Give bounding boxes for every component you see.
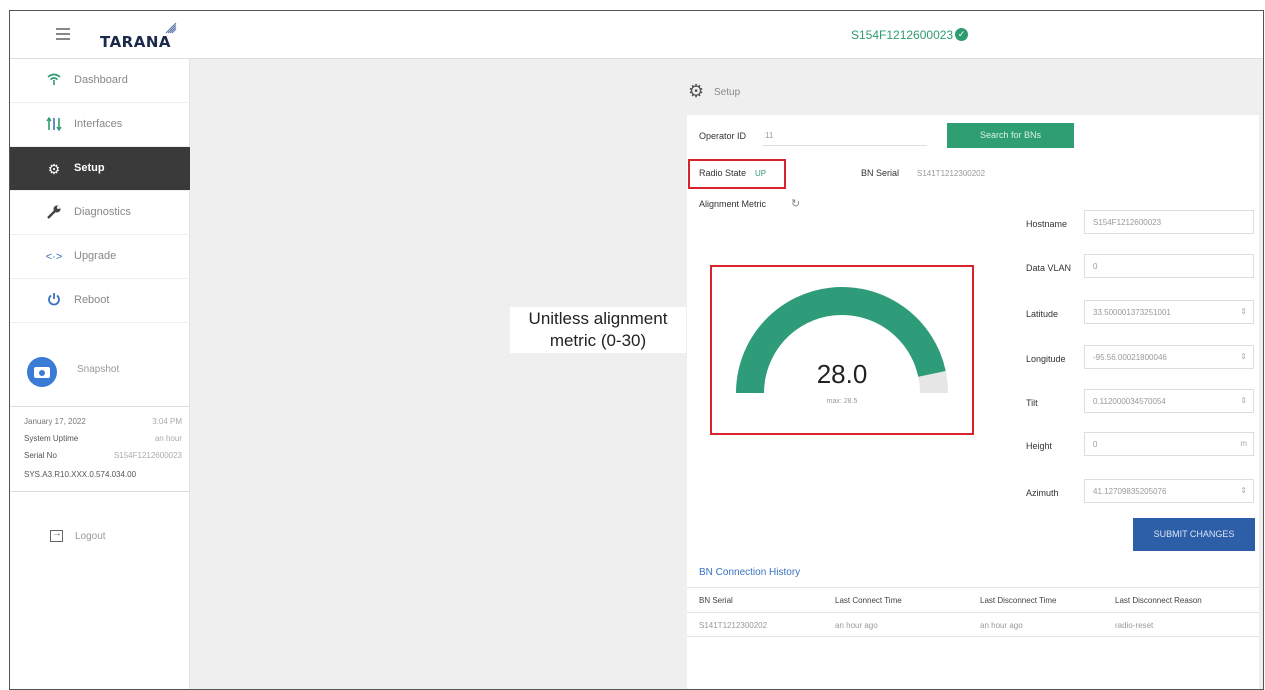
check-circle-icon: ✓ — [955, 28, 968, 41]
wrench-icon — [45, 204, 63, 222]
gear-icon: ⚙ — [47, 161, 61, 177]
sidebar-item-label: Diagnostics — [74, 206, 131, 218]
table-cell: S141T1212300202 — [699, 621, 768, 630]
logout-label: Logout — [75, 531, 106, 542]
sidebar-item-label: Reboot — [74, 294, 110, 306]
tilt-label: Tilt — [1026, 398, 1038, 408]
table-cell: an hour ago — [835, 621, 878, 630]
gauge-max: max: 28.5 — [826, 398, 858, 405]
hostname-value: S154F1212600023 — [1093, 218, 1162, 227]
operator-id-input[interactable]: 11 — [763, 124, 927, 146]
sidebar-item-label: Interfaces — [74, 118, 123, 130]
sidebar: Dashboard Interfaces ⚙ Setup Diagnostics… — [10, 59, 190, 689]
longitude-label: Longitude — [1026, 354, 1066, 364]
bn-serial-value: S141T1212300202 — [917, 169, 986, 178]
height-unit: m — [1240, 439, 1247, 448]
bn-serial-label: BN Serial — [861, 168, 900, 178]
data-vlan-value: 0 — [1093, 262, 1098, 271]
device-title: S154F1212600023 — [851, 28, 954, 42]
uptime-label: System Uptime — [24, 434, 79, 443]
table-row: S141T1212300202 an hour ago an hour ago … — [687, 613, 1259, 637]
wifi-icon — [45, 72, 63, 90]
spinner-icon[interactable]: ⇕ — [1240, 486, 1247, 495]
page-title: Setup — [714, 87, 741, 98]
latitude-label: Latitude — [1026, 309, 1059, 319]
power-icon — [45, 292, 63, 310]
sidebar-item-upgrade[interactable]: <·> Upgrade — [10, 235, 190, 279]
sidebar-item-interfaces[interactable]: Interfaces — [10, 103, 190, 147]
alignment-metric-label: Alignment Metric — [699, 199, 767, 209]
setup-card: Operator ID 11 Search for BNs Radio Stat… — [687, 115, 1259, 689]
hostname-label: Hostname — [1026, 219, 1068, 229]
azimuth-value: 41.12709835205076 — [1093, 487, 1167, 496]
operator-id-value: 11 — [765, 131, 774, 140]
submit-changes-button[interactable]: SUBMIT CHANGES — [1133, 518, 1255, 551]
sidebar-item-setup[interactable]: ⚙ Setup — [10, 147, 190, 191]
interfaces-icon — [45, 116, 63, 134]
divider — [10, 491, 190, 492]
height-input[interactable]: 0m — [1084, 432, 1254, 456]
height-label: Height — [1026, 441, 1053, 451]
sidebar-item-reboot[interactable]: Reboot — [10, 279, 190, 323]
system-date: January 17, 2022 — [24, 417, 86, 426]
snapshot-button[interactable]: Snapshot — [10, 335, 190, 407]
search-for-bns-button[interactable]: Search for BNs — [947, 123, 1074, 148]
serial-label: Serial No — [24, 451, 57, 460]
data-vlan-input[interactable]: 0 — [1084, 254, 1254, 278]
logout-button[interactable]: Logout — [10, 525, 190, 555]
uptime-value: an hour — [154, 434, 182, 443]
sidebar-item-label: Setup — [74, 162, 105, 174]
table-cell: an hour ago — [980, 621, 1023, 630]
data-vlan-label: Data VLAN — [1026, 263, 1072, 273]
snapshot-label: Snapshot — [77, 364, 120, 375]
camera-icon — [27, 357, 57, 387]
longitude-input[interactable]: -95.56.00021800046 ⇕ — [1084, 345, 1254, 369]
system-info: January 17, 2022 3:04 PM System Uptime an … — [24, 417, 182, 479]
serial-value: S154F1212600023 — [113, 451, 182, 460]
spinner-icon[interactable]: ⇕ — [1240, 307, 1247, 316]
connection-history-title: BN Connection History — [699, 567, 801, 578]
spinner-icon[interactable]: ⇕ — [1240, 352, 1247, 361]
sidebar-item-label: Dashboard — [74, 74, 128, 86]
gauge-value: 28.0 — [816, 359, 868, 389]
hamburger-menu-icon[interactable] — [56, 28, 70, 40]
latitude-value: 33.500001373251001 — [1093, 308, 1171, 317]
azimuth-input[interactable]: 41.12709835205076 ⇕ — [1084, 479, 1254, 503]
column-header: Last Disconnect Time — [980, 596, 1057, 605]
tilt-input[interactable]: 0.112000034570054 ⇕ — [1084, 389, 1254, 413]
sidebar-item-dashboard[interactable]: Dashboard — [10, 59, 190, 103]
sidebar-item-diagnostics[interactable]: Diagnostics — [10, 191, 190, 235]
latitude-input[interactable]: 33.500001373251001 ⇕ — [1084, 300, 1254, 324]
spinner-icon[interactable]: ⇕ — [1240, 396, 1247, 405]
system-time: 3:04 PM — [152, 417, 182, 426]
column-header: Last Connect Time — [835, 596, 902, 605]
annotation-label: Unitless alignment metric (0-30) — [510, 307, 686, 353]
radio-state-value: UP — [755, 169, 767, 178]
tilt-value: 0.112000034570054 — [1093, 397, 1166, 406]
column-header: BN Serial — [699, 596, 733, 605]
gear-icon: ⚙ — [688, 81, 705, 101]
upgrade-icon: <·> — [45, 251, 63, 263]
table-cell: radio-reset — [1115, 621, 1154, 630]
alignment-gauge: 28.0 max: 28.5 — [710, 265, 974, 435]
sidebar-item-label: Upgrade — [74, 250, 117, 262]
refresh-icon[interactable]: ↻ — [791, 197, 800, 210]
main-content: ⚙ Setup Unitless alignment metric (0-30)… — [190, 59, 1263, 689]
radio-state-label: Radio State — [699, 168, 747, 178]
logo-text: TARANA — [100, 33, 171, 51]
operator-id-label: Operator ID — [699, 131, 747, 141]
azimuth-label: Azimuth — [1026, 488, 1059, 498]
height-value: 0 — [1093, 440, 1098, 449]
column-header: Last Disconnect Reason — [1115, 596, 1202, 605]
connection-history-table: BN Serial Last Connect Time Last Disconn… — [687, 587, 1259, 637]
logout-icon — [50, 528, 63, 542]
hostname-input[interactable]: S154F1212600023 — [1084, 210, 1254, 234]
software-version: SYS.A3.R10.XXX.0.574.034.00 — [24, 470, 137, 479]
logo-mark-icon — [165, 22, 177, 34]
top-bar: TARANA S154F1212600023 ✓ — [10, 11, 1263, 59]
app-window: TARANA S154F1212600023 ✓ Dashboard Inter… — [9, 10, 1264, 690]
table-header-row: BN Serial Last Connect Time Last Disconn… — [687, 587, 1259, 613]
longitude-value: -95.56.00021800046 — [1093, 353, 1167, 362]
